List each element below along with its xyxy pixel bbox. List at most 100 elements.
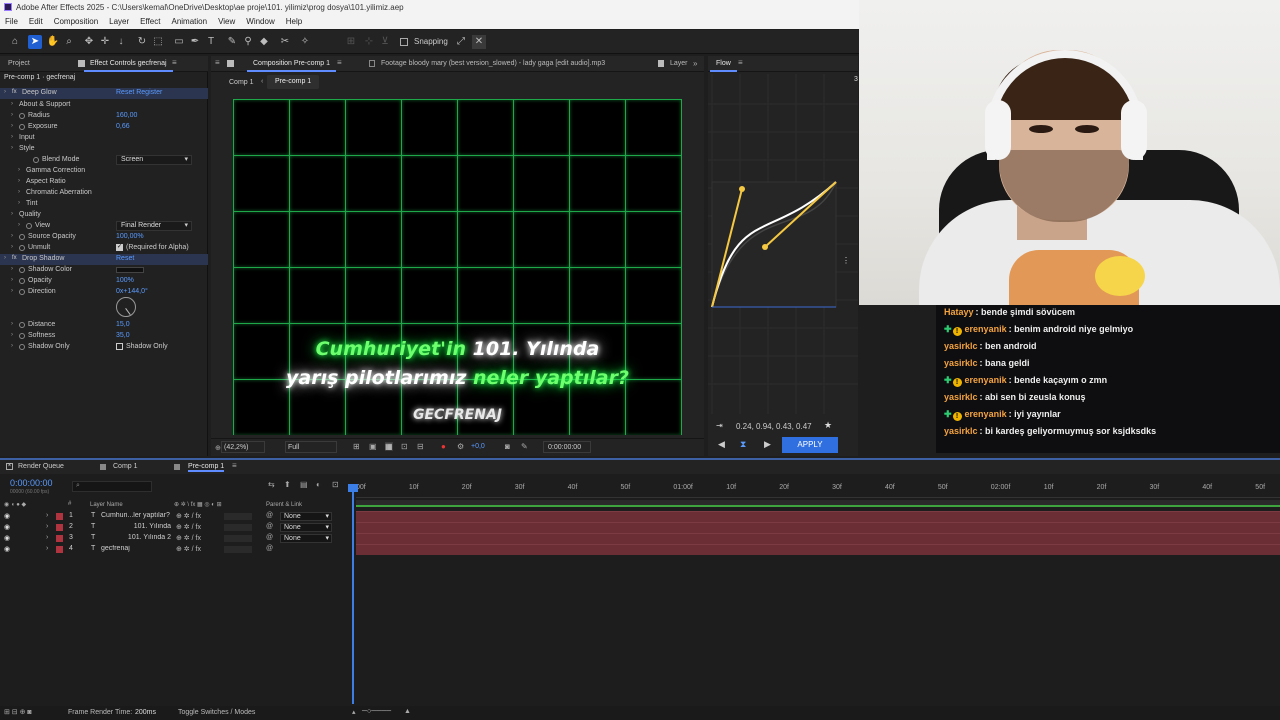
tab-comp1[interactable]: Comp 1 <box>113 463 138 470</box>
effect-row-opacity[interactable]: › Opacity 100% <box>0 276 208 287</box>
expand-arrow-icon[interactable]: › <box>18 200 20 206</box>
expand-arrow-icon[interactable]: › <box>11 321 13 327</box>
zoom-slider[interactable]: ─○──── <box>362 708 391 715</box>
axis-world-icon[interactable]: ⊻ <box>378 35 392 49</box>
effect-row-deep-glow[interactable]: › fx Deep Glow Reset Register <box>0 88 208 99</box>
pick-whip-icon[interactable]: @ <box>266 545 273 552</box>
effect-row-quality[interactable]: › Quality <box>0 210 208 221</box>
frame-blending-icon[interactable]: ◐ <box>316 480 321 489</box>
zoom-out-icon[interactable]: ▴ <box>352 708 356 716</box>
twirl-arrow-icon[interactable]: › <box>46 545 48 552</box>
layer-duration-bar[interactable] <box>356 511 1280 522</box>
stopwatch-icon[interactable] <box>19 124 25 130</box>
effect-param-value[interactable]: 35,0 <box>116 332 130 339</box>
effect-param-value[interactable]: 100% <box>116 277 134 284</box>
timeline-timecode[interactable]: 0:00:00:00 <box>10 478 53 488</box>
effect-param-value[interactable]: 0,66 <box>116 123 130 130</box>
pen-tool-icon[interactable]: ✒ <box>188 35 202 49</box>
effect-row-exposure[interactable]: › Exposure 0,66 <box>0 122 208 133</box>
pick-whip-icon[interactable]: @ <box>266 523 273 530</box>
expand-arrow-icon[interactable]: › <box>11 123 13 129</box>
tab-flow[interactable]: Flow <box>710 56 737 72</box>
chat-username[interactable]: Hatayy <box>944 307 974 317</box>
effect-row-style[interactable]: › Style <box>0 144 208 155</box>
panel-menu-icon[interactable]: ≡ <box>232 461 237 470</box>
transparency-grid-icon[interactable]: ▣ <box>369 442 377 451</box>
tab-footage[interactable]: Footage bloody mary (best version_slowed… <box>375 56 611 72</box>
label-color-swatch[interactable] <box>56 524 63 531</box>
eye-icon[interactable]: ◉ <box>4 523 10 531</box>
apply-button[interactable]: APPLY <box>782 437 838 453</box>
grid-guides-icon[interactable]: ⊟ <box>417 442 424 451</box>
layer-switches-icon[interactable]: ⊕ ✲ / fx <box>176 545 201 553</box>
breadcrumb-precomp1[interactable]: Pre-comp 1 <box>267 75 320 89</box>
effect-param-value[interactable]: 100,00% <box>116 233 144 240</box>
expand-arrow-icon[interactable]: › <box>11 332 13 338</box>
checkbox-checked[interactable]: ✓ <box>116 244 123 251</box>
effect-row-input[interactable]: › Input <box>0 133 208 144</box>
effect-row-shadow-color[interactable]: › Shadow Color <box>0 265 208 276</box>
parent-dropdown[interactable]: None <box>280 534 332 543</box>
parent-dropdown[interactable]: None <box>280 523 332 532</box>
shy-layers-icon[interactable]: ▤ <box>300 480 308 489</box>
effect-header-links[interactable]: Reset <box>116 255 134 262</box>
effect-header-links[interactable]: Reset Register <box>116 89 162 96</box>
region-of-interest-icon[interactable]: ⊡ <box>401 442 408 451</box>
chat-username[interactable]: yasirklc <box>944 341 978 351</box>
timeline-layer-row[interactable]: ◉ › 1 T Cumhuri...ler yaptılar? ⊕ ✲ / fx… <box>0 511 352 522</box>
chat-username[interactable]: yasirklc <box>944 392 978 402</box>
expand-arrow-icon[interactable]: › <box>11 145 13 151</box>
zoom-tool-icon[interactable]: ⌕ <box>62 35 76 49</box>
pan-behind-tool-icon[interactable]: ⬚ <box>151 35 165 49</box>
layer-search-input[interactable]: ⌕ <box>72 481 152 492</box>
comp-flowchart-icon[interactable]: ⇆ <box>268 480 275 489</box>
layer-name[interactable]: Cumhuri...ler yaptılar? <box>101 512 171 519</box>
close-icon[interactable]: × <box>6 463 13 470</box>
time-ruler[interactable]: 00f 10f 20f 30f 40f 50f 01:00f 10f 20f 30f 40f 50f 0… <box>356 484 1280 498</box>
stopwatch-icon[interactable] <box>19 113 25 119</box>
layer-switches-icon[interactable]: ⊕ ✲ / fx <box>176 512 201 520</box>
expand-arrow-icon[interactable]: › <box>11 134 13 140</box>
effect-row-unmult[interactable]: › Unmult ✓ (Required for Alpha) <box>0 243 208 254</box>
timeline-layer-row[interactable]: ◉ › 4 T gecfrenaj ⊕ ✲ / fx @ <box>0 544 352 555</box>
layer-switch-boxes[interactable] <box>224 535 252 542</box>
effect-param-value[interactable]: 160,00 <box>116 112 137 119</box>
chat-username[interactable]: yasirklc <box>944 358 978 368</box>
effect-row-about-support[interactable]: › About & Support <box>0 100 208 111</box>
expand-arrow-icon[interactable]: › <box>18 222 20 228</box>
effect-param-value[interactable]: 15,0 <box>116 321 130 328</box>
resolution-dropdown[interactable]: Full <box>285 441 337 453</box>
axis-icon[interactable]: ⊹ <box>362 35 376 49</box>
direction-dial[interactable] <box>116 297 136 317</box>
composition-viewport[interactable]: Cumhuriyet'in 101. Yılında yarış pilotla… <box>233 99 682 435</box>
label-color-swatch[interactable] <box>56 513 63 520</box>
effect-row-direction[interactable]: › Direction 0x+144,0° <box>0 287 208 298</box>
layer-switch-boxes[interactable] <box>224 546 252 553</box>
effect-param-dropdown[interactable]: Screen <box>116 155 192 165</box>
tab-composition[interactable]: Composition Pre-comp 1 <box>247 56 337 72</box>
work-area-bar[interactable] <box>356 500 1280 507</box>
shadow-color-swatch[interactable] <box>116 267 144 273</box>
label-color-swatch[interactable] <box>56 546 63 553</box>
flow-prev-icon[interactable]: ◀ <box>718 439 725 450</box>
effect-row-gamma-correction[interactable]: › Gamma Correction <box>0 166 208 177</box>
effect-row-source-opacity[interactable]: › Source Opacity 100,00% <box>0 232 208 243</box>
home-icon[interactable]: ⌂ <box>8 35 22 49</box>
eye-icon[interactable]: ◉ <box>4 512 10 520</box>
layer-switch-boxes[interactable] <box>224 513 252 520</box>
twirl-arrow-icon[interactable]: › <box>46 523 48 530</box>
channel-icon[interactable]: ● <box>441 442 446 451</box>
stopwatch-icon[interactable] <box>19 333 25 339</box>
layer-switch-boxes[interactable] <box>224 524 252 531</box>
graph-editor-icon[interactable]: ⊡ <box>332 480 339 489</box>
stopwatch-icon[interactable] <box>33 157 39 163</box>
zoom-in-icon[interactable]: ▲ <box>404 708 411 715</box>
pick-whip-icon[interactable]: @ <box>266 534 273 541</box>
effect-row-blend-mode[interactable]: Blend Mode Screen <box>0 155 208 166</box>
exposure-value[interactable]: +0,0 <box>471 443 485 450</box>
viewer-timecode[interactable]: 0:00:00:00 <box>543 441 591 453</box>
stopwatch-icon[interactable] <box>26 223 32 229</box>
expand-arrow-icon[interactable]: › <box>11 101 13 107</box>
effect-row-aspect-ratio[interactable]: › Aspect Ratio <box>0 177 208 188</box>
flow-more-icon[interactable]: ⋮ <box>842 256 850 265</box>
